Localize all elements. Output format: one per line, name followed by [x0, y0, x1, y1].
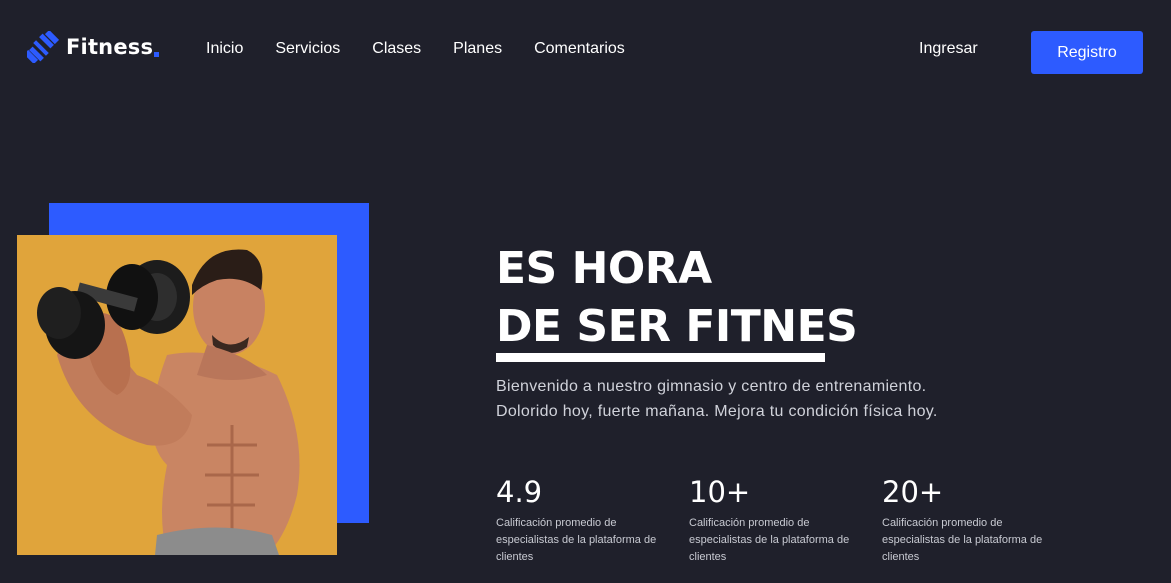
stat-value: 20+ [882, 475, 944, 509]
stat-value: 4.9 [496, 475, 543, 509]
stat-value: 10+ [689, 475, 751, 509]
hero-title: ES HORA DE SER FITNES [496, 240, 858, 356]
hero-title-line-2: DE SER FITNES [496, 301, 858, 352]
stat-description: Calificación promedio de especialistas d… [496, 517, 657, 563]
stat-description: Calificación promedio de especialistas d… [689, 517, 850, 563]
nav-item-comentarios[interactable]: Comentarios [534, 39, 625, 59]
dumbbell-icon [27, 31, 60, 63]
top-nav: Fitness Inicio Servicios Clases Planes C… [0, 0, 1171, 100]
stat-trainers: 10+ Calificación promedio de especialist… [689, 474, 882, 566]
login-link[interactable]: Ingresar [919, 39, 978, 59]
stat-description: Calificación promedio de especialistas d… [882, 517, 1043, 563]
brand-dot [154, 51, 160, 57]
man-lifting-dumbbell-photo [17, 235, 337, 555]
nav-item-inicio[interactable]: Inicio [206, 39, 243, 59]
nav-item-planes[interactable]: Planes [453, 39, 502, 59]
nav-item-clases[interactable]: Clases [372, 39, 421, 59]
hero-title-underline [496, 353, 825, 362]
hero-description: Bienvenido a nuestro gimnasio y centro d… [496, 374, 996, 424]
stat-rating: 4.9 Calificación promedio de especialist… [496, 474, 689, 566]
hero-desc-line-1: Bienvenido a nuestro gimnasio y centro d… [496, 378, 927, 395]
hero-desc-line-2: Dolorido hoy, fuerte mañana. Mejora tu c… [496, 403, 938, 420]
register-button[interactable]: Registro [1031, 31, 1143, 74]
stat-classes: 20+ Calificación promedio de especialist… [882, 474, 1075, 566]
stats-row: 4.9 Calificación promedio de especialist… [496, 474, 1075, 566]
hero-title-line-1: ES HORA [496, 243, 712, 294]
main-menu: Inicio Servicios Clases Planes Comentari… [206, 39, 657, 59]
brand-name: Fitness [66, 35, 154, 59]
nav-item-servicios[interactable]: Servicios [275, 39, 340, 59]
brand-logo[interactable]: Fitness [27, 31, 160, 63]
page: Fitness Inicio Servicios Clases Planes C… [0, 0, 1171, 583]
